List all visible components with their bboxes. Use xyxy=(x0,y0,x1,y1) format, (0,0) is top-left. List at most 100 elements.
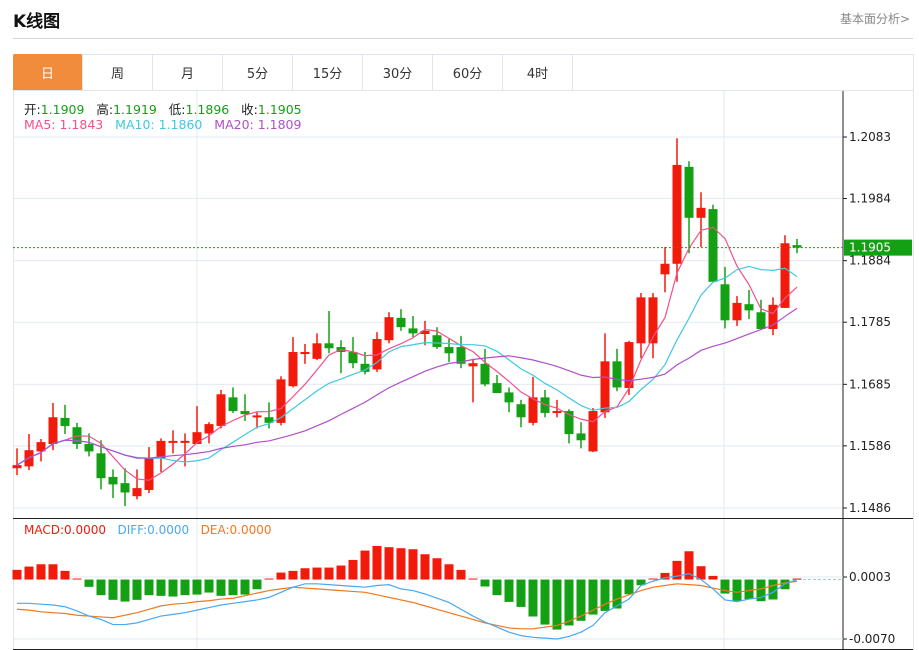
candle xyxy=(768,297,778,336)
macd-bar xyxy=(24,566,34,580)
candle-body xyxy=(744,304,754,311)
candle-body xyxy=(48,417,58,444)
candle xyxy=(420,320,430,346)
current-price-label: 1.1905 xyxy=(849,241,891,255)
candle xyxy=(696,192,706,247)
diff-value: 0.0000 xyxy=(147,523,190,537)
macd-legend: MACD:0.0000 DIFF:0.0000 DEA:0.0000 xyxy=(24,523,272,537)
ma10-label: MA10: xyxy=(115,117,155,132)
candle xyxy=(408,315,418,338)
candle xyxy=(372,332,382,372)
candle xyxy=(168,430,178,454)
macd-bar xyxy=(348,559,358,580)
candle xyxy=(84,433,94,457)
candle xyxy=(144,447,154,494)
candle-body xyxy=(108,476,118,485)
candle-body xyxy=(756,312,766,330)
diff-label: DIFF: xyxy=(117,523,148,537)
high-value: 1.1919 xyxy=(113,102,157,117)
macd-bar xyxy=(732,579,742,601)
macd-bar xyxy=(396,548,406,580)
candle xyxy=(636,292,646,359)
macd-bar xyxy=(744,579,754,600)
macd-bar xyxy=(648,578,658,580)
candle xyxy=(576,422,586,449)
high-label: 高: xyxy=(96,102,114,117)
candle-body xyxy=(216,394,226,426)
candle xyxy=(756,299,766,330)
macd-y-tick-label: 0.0003 xyxy=(849,570,891,584)
candle xyxy=(624,340,634,395)
open-value: 1.1909 xyxy=(40,102,85,117)
candle xyxy=(732,296,742,326)
candle xyxy=(288,337,298,388)
candle xyxy=(516,399,526,428)
candle xyxy=(132,469,142,500)
open-label: 开: xyxy=(24,102,41,117)
macd-bar xyxy=(492,579,502,596)
candle xyxy=(324,311,334,354)
candle-body xyxy=(12,465,22,469)
candle-body xyxy=(468,363,478,367)
y-tick-label: 1.2083 xyxy=(849,130,891,144)
candle-body xyxy=(432,335,442,348)
ma-legend: MA5: 1.1843 MA10: 1.1860 MA20: 1.1809 xyxy=(24,117,301,132)
macd-bar xyxy=(108,579,118,600)
candle xyxy=(444,338,454,362)
macd-bar xyxy=(216,579,226,596)
candle xyxy=(156,438,166,472)
macd-bar xyxy=(84,579,94,587)
close-value: 1.1905 xyxy=(257,102,302,117)
candle-body xyxy=(180,440,190,443)
ma5-line xyxy=(16,226,798,481)
candle xyxy=(600,333,610,418)
candle xyxy=(780,235,790,308)
macd-bar xyxy=(540,579,550,625)
candle-body xyxy=(204,424,214,434)
candle-body xyxy=(672,164,682,264)
macd-bar xyxy=(12,569,22,580)
candle-body xyxy=(708,209,718,282)
candle-body xyxy=(288,352,298,387)
macd-bar xyxy=(792,578,802,580)
macd-bar xyxy=(468,578,478,580)
candle xyxy=(12,448,22,476)
macd-bar xyxy=(504,579,514,602)
ma5-label: MA5: xyxy=(24,117,56,132)
candle-body xyxy=(396,317,406,328)
candle-body xyxy=(144,458,154,490)
candle xyxy=(300,343,310,364)
candle xyxy=(60,404,70,435)
candle xyxy=(396,309,406,331)
candle-body xyxy=(168,440,178,443)
dea-value: 0.0000 xyxy=(229,523,272,537)
ma10-line xyxy=(16,265,798,466)
candle-body xyxy=(348,352,358,364)
candle xyxy=(660,246,670,293)
candle xyxy=(792,238,802,254)
macd-bar xyxy=(420,554,430,580)
macd-bar xyxy=(624,579,634,595)
y-tick-label: 1.1884 xyxy=(849,254,891,268)
candle xyxy=(504,387,514,413)
candle-body xyxy=(480,363,490,385)
macd-bar xyxy=(288,570,298,580)
candle-body xyxy=(324,343,334,349)
candle xyxy=(648,292,658,359)
candle-body xyxy=(444,347,454,354)
candle-body xyxy=(516,404,526,418)
macd-bar xyxy=(708,575,718,580)
kline-chart[interactable]: 1.2083 1.1984 1.1884 1.1785 1.1685 1.1586 1.14… xyxy=(0,0,919,650)
candle xyxy=(468,358,478,403)
candle-body xyxy=(696,207,706,218)
candle xyxy=(456,335,466,369)
macd-bar xyxy=(588,579,598,615)
candle-body xyxy=(84,443,94,452)
macd-y-tick-label: -0.0070 xyxy=(849,632,895,646)
macd-bar xyxy=(48,564,58,580)
y-tick-label: 1.1486 xyxy=(849,501,891,515)
candle xyxy=(744,289,754,320)
candle-body xyxy=(276,379,286,423)
macd-bar xyxy=(132,579,142,600)
macd-bar xyxy=(324,567,334,580)
